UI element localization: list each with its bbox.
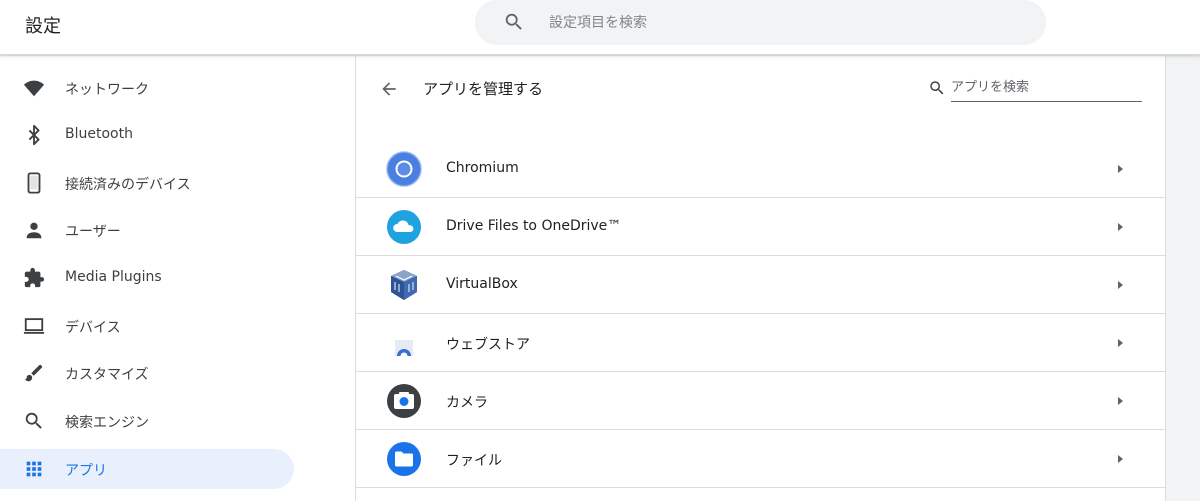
search-icon [505, 13, 522, 30]
sidebar-item-connected-devices[interactable]: 接続済みのデバイス [0, 163, 294, 203]
top-bar: 設定 [0, 0, 1200, 55]
back-button[interactable] [376, 76, 402, 102]
camera-icon [387, 384, 421, 418]
sidebar: ネットワーク Bluetooth 接続済みのデバイス ユーザー Media Pl… [0, 56, 355, 501]
app-list: Chromium Drive Files to OneDrive™ Virtua… [356, 140, 1165, 488]
app-title: 設定 [25, 16, 61, 37]
sidebar-item-label: 接続済みのデバイス [65, 177, 191, 193]
arrow-back-icon [382, 82, 396, 96]
app-name: Chromium [446, 160, 519, 176]
app-row-files[interactable]: ファイル [356, 430, 1165, 488]
person-icon [22, 218, 46, 242]
sidebar-item-network[interactable]: ネットワーク [0, 68, 294, 108]
phone-icon [22, 171, 46, 195]
chevron-right-icon [1118, 165, 1123, 173]
app-row-camera[interactable]: カメラ [356, 372, 1165, 430]
bluetooth-icon [22, 123, 46, 147]
sidebar-item-label: デバイス [65, 320, 121, 336]
onedrive-cloud-icon [387, 210, 421, 244]
app-search-box[interactable] [928, 74, 1142, 104]
sidebar-item-personalization[interactable]: カスタマイズ [0, 353, 294, 393]
app-search-input[interactable] [951, 74, 1142, 102]
app-name: ウェブストア [446, 337, 530, 353]
search-icon [930, 81, 944, 95]
subpage-header: アプリを管理する [356, 56, 1165, 120]
app-row-chromium[interactable]: Chromium [356, 140, 1165, 198]
brush-icon [22, 361, 46, 385]
sidebar-item-users[interactable]: ユーザー [0, 210, 294, 250]
puzzle-icon [22, 266, 46, 290]
chevron-right-icon [1118, 281, 1123, 289]
chevron-right-icon [1118, 397, 1123, 405]
sidebar-item-device[interactable]: デバイス [0, 306, 294, 346]
sidebar-item-search-engine[interactable]: 検索エンジン [0, 401, 294, 441]
sidebar-item-apps[interactable]: アプリ [0, 449, 294, 489]
chevron-right-icon [1118, 223, 1123, 231]
app-row-virtualbox[interactable]: VirtualBox [356, 256, 1165, 314]
sidebar-item-bluetooth[interactable]: Bluetooth [0, 115, 294, 155]
app-name: ファイル [446, 453, 502, 469]
search-icon [22, 409, 46, 433]
sidebar-item-media-plugins[interactable]: Media Plugins [0, 258, 294, 298]
app-name: Drive Files to OneDrive™ [446, 218, 622, 234]
files-folder-icon [387, 442, 421, 476]
manage-apps-card: アプリを管理する Chromium Drive Files to OneDriv… [355, 56, 1166, 501]
virtualbox-icon [391, 270, 417, 300]
page-title: アプリを管理する [423, 80, 544, 98]
settings-search-box[interactable] [475, 0, 1046, 45]
apps-grid-icon [22, 457, 46, 481]
app-name: カメラ [446, 395, 488, 411]
chevron-right-icon [1118, 455, 1123, 463]
chromium-icon [386, 151, 422, 187]
sidebar-item-label: カスタマイズ [65, 367, 149, 383]
sidebar-item-label: ユーザー [65, 224, 121, 240]
sidebar-item-label: Media Plugins [65, 269, 162, 285]
sidebar-item-label: 検索エンジン [65, 415, 149, 431]
sidebar-item-label: ネットワーク [65, 82, 149, 98]
sidebar-item-label: アプリ [65, 463, 107, 479]
app-row-webstore[interactable]: ウェブストア [356, 314, 1165, 372]
webstore-icon [395, 340, 413, 360]
app-row-drive-files-to-onedrive[interactable]: Drive Files to OneDrive™ [356, 198, 1165, 256]
settings-search-input[interactable] [549, 0, 1019, 45]
chevron-right-icon [1118, 339, 1123, 347]
sidebar-item-label: Bluetooth [65, 126, 133, 142]
app-name: VirtualBox [446, 276, 518, 292]
laptop-icon [22, 314, 46, 338]
wifi-icon [22, 76, 46, 100]
